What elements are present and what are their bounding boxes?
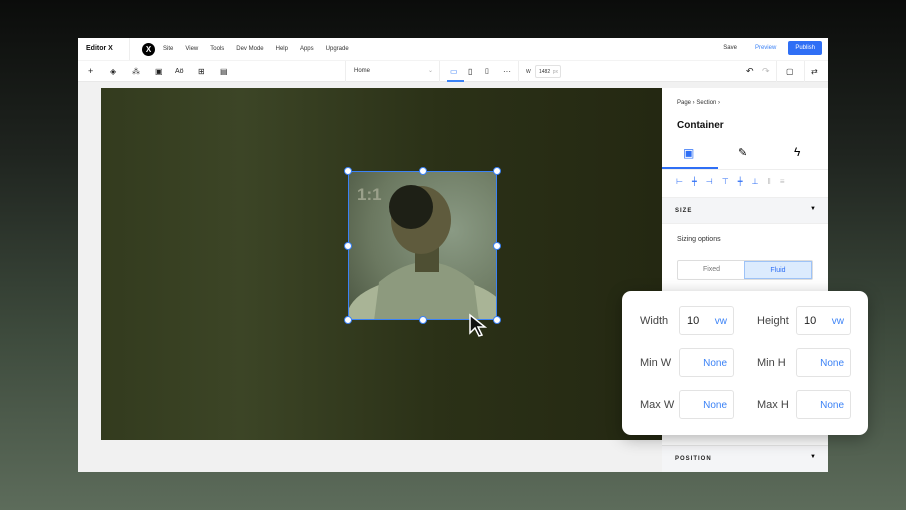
max-width-input[interactable]: None xyxy=(679,390,734,419)
comments-icon[interactable]: ▢ xyxy=(786,66,794,77)
menu-help[interactable]: Help xyxy=(276,46,288,52)
tablet-icon[interactable]: ▯ xyxy=(468,66,472,77)
width-input[interactable]: 10 vw xyxy=(679,306,734,335)
fixed-option[interactable]: Fixed xyxy=(678,261,745,279)
size-popup: Width 10 vw Height 10 vw Min W None Min H … xyxy=(622,291,868,435)
width-label: W xyxy=(526,69,531,75)
menu-tools[interactable]: Tools xyxy=(210,46,224,52)
menu-apps[interactable]: Apps xyxy=(300,46,314,52)
min-height-input[interactable]: None xyxy=(796,348,851,377)
min-height-label: Min H xyxy=(757,357,786,369)
sizing-options-label: Sizing options xyxy=(677,236,721,243)
resize-handle[interactable] xyxy=(344,167,352,175)
caret-down-icon: ▼ xyxy=(810,206,816,212)
interactions-tab-bolt-icon[interactable]: ϟ xyxy=(794,145,800,159)
typography-icon[interactable]: Aö xyxy=(175,66,184,77)
mobile-icon[interactable]: ▯ xyxy=(485,66,489,77)
preview-button[interactable]: Preview xyxy=(755,45,776,51)
breadcrumb: Page › Section › xyxy=(677,100,721,106)
design-tab-brush-icon[interactable]: ✎ xyxy=(738,146,747,159)
desktop-icon[interactable]: ▭ xyxy=(450,66,458,77)
max-height-input[interactable]: None xyxy=(796,390,851,419)
min-width-label: Min W xyxy=(640,357,672,369)
selected-image[interactable]: 1:1 xyxy=(348,171,497,320)
resize-handle[interactable] xyxy=(344,242,352,250)
width-label: Width xyxy=(640,315,669,327)
resize-handle[interactable] xyxy=(419,167,427,175)
position-section-header[interactable]: POSITION ▼ xyxy=(662,445,828,472)
layout-tab-icon[interactable]: ▣ xyxy=(683,146,694,160)
height-input[interactable]: 10 vw xyxy=(796,306,851,335)
pages-icon[interactable]: ▣ xyxy=(155,66,163,77)
page-name: Home xyxy=(354,68,371,74)
breadcrumb-page[interactable]: Page xyxy=(677,100,691,106)
height-label: Height xyxy=(757,315,789,327)
x-logo-icon[interactable]: X xyxy=(142,42,155,56)
redo-icon[interactable]: ↷ xyxy=(762,66,770,77)
max-height-label: Max H xyxy=(757,399,789,411)
aspect-ratio-label: 1:1 xyxy=(357,185,382,204)
menu-bar: Editor X X Site View Tools Dev Mode Help… xyxy=(78,38,828,60)
settings-toggle-icon[interactable]: ⇄ xyxy=(811,66,818,77)
components-icon[interactable]: ⁂ xyxy=(132,66,140,77)
resize-handle[interactable] xyxy=(493,242,501,250)
menu-dev-mode[interactable]: Dev Mode xyxy=(236,46,263,52)
fluid-option[interactable]: Fluid xyxy=(744,261,812,279)
resize-handle[interactable] xyxy=(419,316,427,324)
add-icon[interactable]: + xyxy=(88,66,93,77)
width-input[interactable]: 1482 px xyxy=(535,65,561,78)
chevron-down-icon: ⌄ xyxy=(427,68,433,74)
sizing-toggle: Fixed Fluid xyxy=(677,260,813,280)
caret-down-icon: ▼ xyxy=(810,454,816,460)
max-width-label: Max W xyxy=(640,399,675,411)
menu-upgrade[interactable]: Upgrade xyxy=(326,46,349,52)
save-button[interactable]: Save xyxy=(723,45,737,51)
layers-icon[interactable]: ◈ xyxy=(110,66,116,77)
more-icon[interactable]: ··· xyxy=(503,66,511,77)
resize-handle[interactable] xyxy=(493,316,501,324)
resize-handle[interactable] xyxy=(344,316,352,324)
table-icon[interactable]: ▤ xyxy=(220,66,228,77)
breadcrumb-section[interactable]: Section xyxy=(696,100,716,106)
size-section-header[interactable]: SIZE ▼ xyxy=(662,197,828,224)
min-width-input[interactable]: None xyxy=(679,348,734,377)
undo-icon[interactable]: ↶ xyxy=(746,66,754,77)
page-selector[interactable]: Home ⌄ xyxy=(345,61,440,82)
publish-button[interactable]: Publish xyxy=(788,41,822,55)
cursor-icon xyxy=(469,313,488,337)
menu-view[interactable]: View xyxy=(185,46,198,52)
toolbar: + ◈ ⁂ ▣ Aö ⊞ ▤ Home ⌄ ▭ ▯ ▯ ··· W 1482 p… xyxy=(78,60,828,82)
menu-site[interactable]: Site xyxy=(163,46,173,52)
app-brand: Editor X xyxy=(78,38,130,60)
apps-grid-icon[interactable]: ⊞ xyxy=(198,66,205,77)
panel-title: Container xyxy=(677,120,724,131)
alignment-icons[interactable]: ⊢┿⊣⊤┿⊥‖≡ xyxy=(676,177,794,186)
resize-handle[interactable] xyxy=(493,167,501,175)
